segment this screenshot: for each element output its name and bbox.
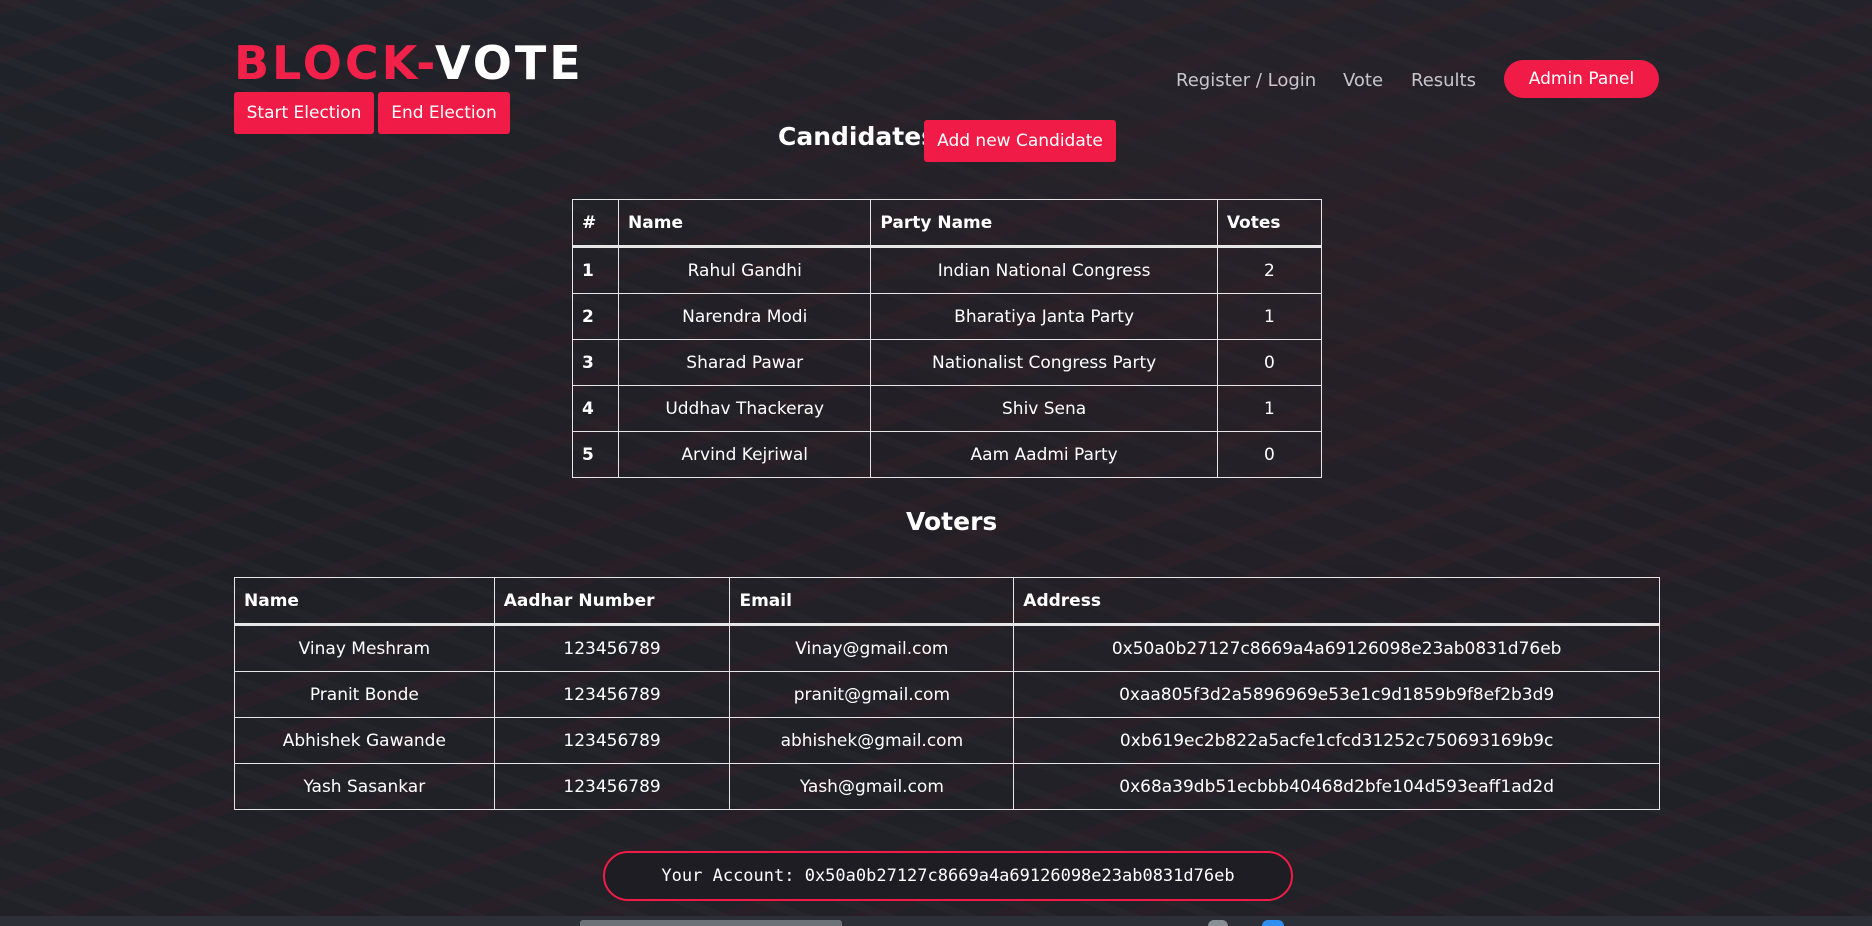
candidate-name: Arvind Kejriwal xyxy=(618,431,872,478)
voter-aadhar: 123456789 xyxy=(493,671,731,718)
voter-name: Yash Sasankar xyxy=(234,763,495,810)
candidate-votes: 0 xyxy=(1216,339,1323,386)
voter-row: Pranit Bonde 123456789 pranit@gmail.com … xyxy=(234,671,1660,718)
taskbar xyxy=(0,916,1872,926)
col-header-party: Party Name xyxy=(870,199,1218,247)
voter-address: 0x50a0b27127c8669a4a69126098e23ab0831d76… xyxy=(1013,624,1660,672)
brand-logo[interactable]: BLOCK-VOTE xyxy=(234,36,584,90)
top-nav: Register / Login xyxy=(1176,60,1316,100)
voter-row: Abhishek Gawande 123456789 abhishek@gmai… xyxy=(234,717,1660,764)
voter-email: pranit@gmail.com xyxy=(729,671,1015,718)
voter-name: Pranit Bonde xyxy=(234,671,495,718)
candidate-row: 4 Uddhav Thackeray Shiv Sena 1 xyxy=(571,385,1323,432)
voter-aadhar: 123456789 xyxy=(493,717,731,764)
candidate-id: 3 xyxy=(571,339,620,386)
candidate-row: 1 Rahul Gandhi Indian National Congress … xyxy=(571,246,1323,294)
brand-part1: BLOCK- xyxy=(234,36,435,90)
voter-aadhar: 123456789 xyxy=(493,763,731,810)
voter-name: Abhishek Gawande xyxy=(234,717,495,764)
candidates-header-row: # Name Party Name Votes xyxy=(571,199,1323,247)
candidate-id: 4 xyxy=(571,385,620,432)
candidate-party: Indian National Congress xyxy=(870,246,1218,294)
candidate-name: Narendra Modi xyxy=(618,293,872,340)
nav-vote-wrap: Vote xyxy=(1343,60,1383,100)
col-header-votes: Votes xyxy=(1216,199,1323,247)
candidates-table: # Name Party Name Votes 1 Rahul Gandhi I… xyxy=(571,199,1323,478)
add-candidate-button[interactable]: Add new Candidate xyxy=(924,120,1116,162)
voters-title: Voters xyxy=(906,507,998,536)
candidate-id: 2 xyxy=(571,293,620,340)
candidate-name: Rahul Gandhi xyxy=(618,246,872,294)
start-election-button[interactable]: Start Election xyxy=(234,92,374,134)
candidate-votes: 1 xyxy=(1216,385,1323,432)
candidate-party: Bharatiya Janta Party xyxy=(870,293,1218,340)
voter-name: Vinay Meshram xyxy=(234,624,495,672)
voters-header-row: Name Aadhar Number Email Address xyxy=(234,577,1660,625)
voters-table: Name Aadhar Number Email Address Vinay M… xyxy=(234,577,1660,810)
brand-part2: VOTE xyxy=(435,36,584,90)
end-election-button[interactable]: End Election xyxy=(378,92,510,134)
candidates-title: Candidates xyxy=(778,122,937,151)
candidate-party: Nationalist Congress Party xyxy=(870,339,1218,386)
candidate-name: Uddhav Thackeray xyxy=(618,385,872,432)
col-header-index: # xyxy=(571,199,620,247)
candidate-party: Shiv Sena xyxy=(870,385,1218,432)
candidate-party: Aam Aadmi Party xyxy=(870,431,1218,478)
candidate-votes: 2 xyxy=(1216,246,1323,294)
candidate-id: 5 xyxy=(571,431,620,478)
voter-address: 0xaa805f3d2a5896969e53e1c9d1859b9f8ef2b3… xyxy=(1013,671,1660,718)
col-header-voter-name: Name xyxy=(234,577,495,625)
candidate-id: 1 xyxy=(571,246,620,294)
candidate-row: 3 Sharad Pawar Nationalist Congress Part… xyxy=(571,339,1323,386)
taskbar-app-icon[interactable] xyxy=(1208,920,1228,926)
voter-row: Vinay Meshram 123456789 Vinay@gmail.com … xyxy=(234,624,1660,672)
candidate-name: Sharad Pawar xyxy=(618,339,872,386)
account-badge: Your Account: 0x50a0b27127c8669a4a691260… xyxy=(603,851,1293,901)
candidate-row: 2 Narendra Modi Bharatiya Janta Party 1 xyxy=(571,293,1323,340)
candidate-votes: 1 xyxy=(1216,293,1323,340)
col-header-aadhar: Aadhar Number xyxy=(493,577,731,625)
nav-results-wrap: Results xyxy=(1411,60,1476,100)
nav-register-login[interactable]: Register / Login xyxy=(1176,70,1316,91)
voter-address: 0x68a39db51ecbbb40468d2bfe104d593eaff1ad… xyxy=(1013,763,1660,810)
col-header-name: Name xyxy=(618,199,872,247)
candidate-votes: 0 xyxy=(1216,431,1323,478)
voter-email: abhishek@gmail.com xyxy=(729,717,1015,764)
voter-row: Yash Sasankar 123456789 Yash@gmail.com 0… xyxy=(234,763,1660,810)
taskbar-browser-icon[interactable] xyxy=(1262,920,1284,926)
voter-email: Yash@gmail.com xyxy=(729,763,1015,810)
candidate-row: 5 Arvind Kejriwal Aam Aadmi Party 0 xyxy=(571,431,1323,478)
voter-aadhar: 123456789 xyxy=(493,624,731,672)
col-header-address: Address xyxy=(1013,577,1660,625)
nav-vote[interactable]: Vote xyxy=(1343,70,1383,91)
nav-results[interactable]: Results xyxy=(1411,70,1476,91)
admin-panel-button[interactable]: Admin Panel xyxy=(1504,60,1659,98)
col-header-email: Email xyxy=(729,577,1015,625)
taskbar-search-box[interactable] xyxy=(580,920,842,926)
voter-address: 0xb619ec2b822a5acfe1cfcd31252c750693169b… xyxy=(1013,717,1660,764)
voter-email: Vinay@gmail.com xyxy=(729,624,1015,672)
